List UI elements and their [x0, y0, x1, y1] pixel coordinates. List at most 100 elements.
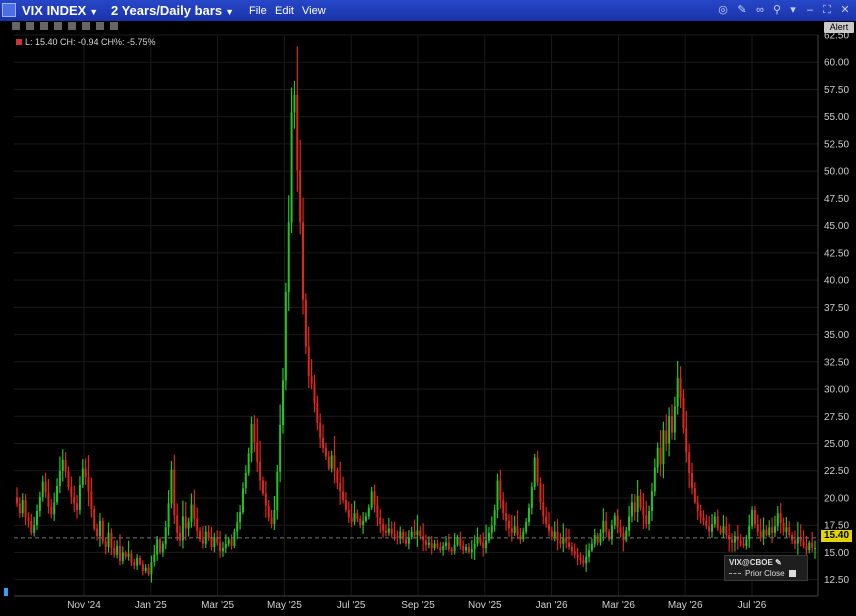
price-bar-body [359, 518, 362, 526]
legend-series-name: VIX@CBOE ✎ [729, 558, 782, 567]
price-bar-body [267, 505, 270, 518]
price-bar-body [259, 462, 262, 481]
price-bar-body [264, 493, 267, 506]
price-bar-body [673, 406, 676, 433]
price-bar-body [227, 539, 230, 544]
x-tick-label: Jul '26 [738, 600, 767, 611]
price-bar-body [156, 539, 159, 555]
price-bar-body [745, 539, 748, 546]
price-bar-body [56, 485, 59, 503]
price-bar-body [731, 539, 734, 543]
price-bar-body [507, 520, 510, 529]
price-bar-body [90, 491, 93, 509]
price-bar-body [719, 528, 722, 533]
price-bar-body [425, 540, 428, 545]
price-bar-body [367, 507, 370, 517]
price-bar-body [261, 480, 264, 494]
price-bar-body [659, 447, 662, 465]
price-bar-body [725, 526, 728, 535]
price-bar-body [399, 531, 402, 539]
scroll-marker-icon[interactable] [4, 588, 8, 596]
price-bar-body [273, 509, 276, 525]
price-bar-body [61, 459, 64, 471]
price-bar-body [762, 529, 765, 539]
y-tick-label: 50.00 [824, 167, 849, 178]
price-bar-body [548, 524, 550, 531]
price-bar-body [811, 542, 814, 549]
price-bars [16, 46, 816, 583]
price-bar-body [239, 512, 242, 522]
y-tick-label: 20.00 [824, 493, 849, 504]
price-bar-body [771, 527, 774, 533]
price-bar-body [284, 292, 287, 381]
price-bar-body [253, 423, 256, 443]
price-bar-body [679, 378, 682, 398]
price-bar-body [739, 540, 742, 544]
price-bar-body [44, 481, 47, 493]
price-bar-body [356, 513, 359, 519]
price-bar-body [610, 525, 613, 540]
price-chart[interactable]: 62.50 60.00 57.50 55.00 52.50 50.00 47.50 45.00… [0, 0, 856, 616]
price-bar-body [121, 552, 124, 562]
price-bar-body [479, 538, 482, 543]
y-tick-label: 55.00 [824, 112, 849, 123]
price-bar-body [670, 416, 673, 433]
price-bar-body [708, 526, 711, 532]
price-bar-body [519, 534, 522, 540]
price-bar-body [184, 516, 187, 529]
price-bar-body [133, 562, 136, 566]
price-bar-body [530, 487, 533, 508]
ohlc-info-text: L: 15.40 CH: -0.94 CH%: -5.75% [25, 37, 156, 47]
price-bar-body [728, 534, 731, 540]
price-bar-body [516, 526, 519, 535]
series-legend[interactable]: VIX@CBOE ✎ Prior Close [724, 555, 808, 581]
legend-prior-close: Prior Close [729, 569, 796, 578]
ohlc-info: L: 15.40 CH: -0.94 CH%: -5.75% [16, 37, 156, 47]
y-tick-label: 47.50 [824, 194, 849, 205]
price-bar-body [613, 515, 616, 526]
settings-icon[interactable]: ✎ [775, 558, 782, 567]
price-bar-body [282, 380, 284, 425]
price-bar-body [522, 531, 525, 540]
price-bar-body [144, 567, 147, 571]
price-bar-body [768, 527, 771, 535]
price-bar-body [482, 542, 485, 549]
y-tick-label: 57.50 [824, 85, 849, 96]
price-bar-body [270, 517, 273, 525]
price-bar-body [433, 543, 436, 549]
price-bar-body [150, 562, 153, 575]
x-tick-label: Mar '25 [201, 600, 234, 611]
price-bar-body [84, 468, 87, 478]
price-bar-body [373, 491, 376, 505]
price-bar-body [650, 491, 653, 512]
price-bar-body [167, 503, 170, 528]
x-tick-label: Sep '25 [401, 600, 435, 611]
price-bar-body [250, 423, 253, 454]
price-bar-body [247, 453, 250, 473]
price-bar-body [244, 472, 247, 489]
price-bar-body [347, 509, 350, 518]
price-bar-body [756, 524, 759, 532]
price-bar-body [193, 504, 196, 519]
price-bar-body [625, 530, 628, 541]
price-bar-body [545, 516, 548, 525]
price-bar-body [636, 495, 639, 513]
price-bar-body [711, 524, 714, 532]
price-bar-body [96, 528, 99, 537]
y-tick-label: 45.00 [824, 221, 849, 232]
price-bar-body [241, 488, 244, 513]
price-bar-body [299, 170, 302, 223]
price-bar-body [316, 403, 319, 423]
y-tick-label: 12.50 [824, 575, 849, 586]
price-bar-body [279, 424, 282, 472]
price-bar-body [630, 502, 633, 517]
y-tick-label: 22.50 [824, 466, 849, 477]
price-bar-body [78, 484, 81, 510]
price-bar-body [179, 532, 182, 541]
price-bar-body [58, 470, 61, 486]
price-bar-body [124, 552, 127, 557]
prior-close-checkbox[interactable] [788, 570, 796, 578]
y-tick-label: 30.00 [824, 385, 849, 396]
price-bar-body [599, 532, 602, 543]
x-tick-label: Nov '24 [67, 600, 101, 611]
